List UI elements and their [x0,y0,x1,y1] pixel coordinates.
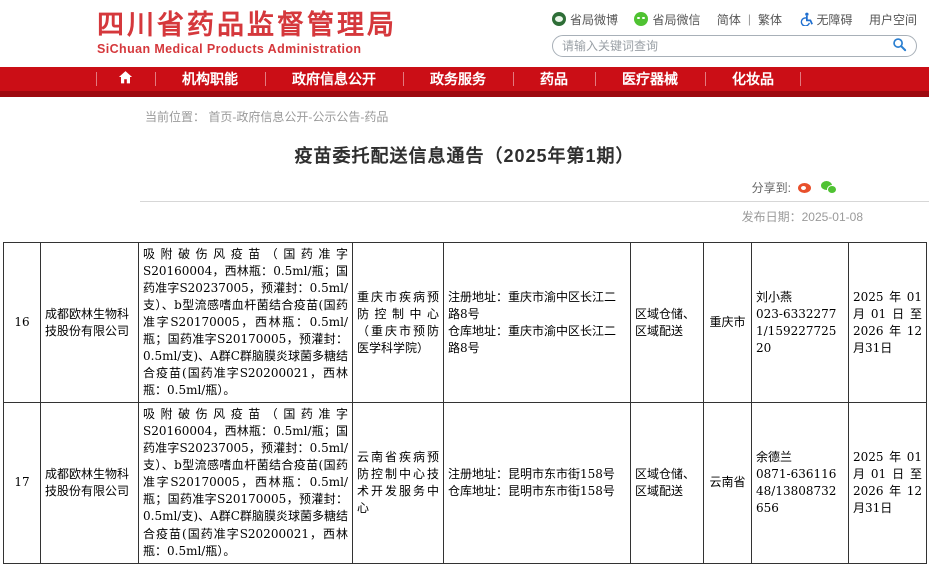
lang-separator: | [745,12,754,26]
vaccine-distribution-table: 16 成都欧林生物科技股份有限公司 吸附破伤风疫苗（国药准字S20160004，… [3,242,927,564]
lang-simplified[interactable]: 简体 [717,11,741,28]
contact-name: 余德兰 [756,449,844,466]
publish-date-value: 2025-01-08 [802,210,863,224]
wechat-icon [634,12,648,26]
nav-item-medical-devices[interactable]: 医疗器械 [595,67,705,91]
row-number-cell: 16 [4,243,41,403]
storage-mode-cell: 区域仓储、区域配送 [631,243,704,403]
vaccine-cell: 吸附破伤风疫苗（国药准字S20160004，西林瓶：0.5ml/瓶；国药准字S2… [139,403,353,563]
search-input[interactable] [562,39,891,53]
language-switch: 简体 | 繁体 [717,11,782,28]
accessibility-label: 无障碍 [817,11,853,28]
wechat-label: 省局微信 [652,11,700,28]
address-cell: 注册地址：重庆市渝中区长江二路8号 仓库地址：重庆市渝中区长江二路8号 [444,243,631,403]
nav-item-gov-info[interactable]: 政府信息公开 [265,67,403,91]
table-row: 17 成都欧林生物科技股份有限公司 吸附破伤风疫苗（国药准字S20160004，… [4,403,927,563]
storage-mode-cell: 区域仓储、区域配送 [631,403,704,563]
share-wechat-icon[interactable] [821,181,837,194]
province-cell: 重庆市 [704,243,752,403]
content-divider [140,201,929,202]
quick-links: 省局微博 省局微信 简体 | 繁体 无障碍 用户空间 [552,10,917,28]
publish-date-label: 发布日期： [742,210,802,224]
breadcrumb-path[interactable]: 首页-政府信息公开-公示公告-药品 [208,110,388,124]
wechat-link[interactable]: 省局微信 [634,11,700,28]
site-logo: 四川省药品监督管理局 SiChuan Medical Products Admi… [97,11,397,56]
share-weibo-icon[interactable] [798,181,814,194]
user-space-label: 用户空间 [869,11,917,28]
period-cell: 2025年01月01日至2026年12月31日 [849,403,927,563]
nav-item-cosmetics[interactable]: 化妆品 [705,67,801,91]
province-cell: 云南省 [704,403,752,563]
breadcrumb: 当前位置： 首页-政府信息公开-公示公告-药品 [145,108,929,125]
contact-cell: 刘小燕 023-63322771/15922772520 [752,243,849,403]
contact-phone: 023-63322771/15922772520 [756,306,844,357]
publish-date: 发布日期：2025-01-08 [0,208,863,225]
distributor-cell: 云南省疾病预防控制中心技术开发服务中心 [353,403,444,563]
company-cell: 成都欧林生物科技股份有限公司 [41,243,139,403]
accessibility-link[interactable]: 无障碍 [799,11,853,28]
distributor-cell: 重庆市疾病预防控制中心（重庆市预防医学科学院） [353,243,444,403]
vaccine-cell: 吸附破伤风疫苗（国药准字S20160004，西林瓶：0.5ml/瓶；国药准字S2… [139,243,353,403]
page-title: 疫苗委托配送信息通告（2025年第1期） [0,142,929,168]
nav-item-gov-services[interactable]: 政务服务 [403,67,513,91]
accessibility-icon [799,12,813,26]
table-row: 16 成都欧林生物科技股份有限公司 吸附破伤风疫苗（国药准字S20160004，… [4,243,927,403]
period-cell: 2025年01月01日至2026年12月31日 [849,243,927,403]
share-label: 分享到: [752,179,791,196]
row-number-cell: 17 [4,403,41,563]
contact-phone: 0871-63611648/13808732656 [756,466,844,517]
weibo-label: 省局微博 [570,11,618,28]
nav-home[interactable] [96,67,155,91]
header-right: 省局微博 省局微信 简体 | 繁体 无障碍 用户空间 [552,10,917,57]
main-nav: 机构职能 政府信息公开 政务服务 药品 医疗器械 化妆品 [0,67,929,97]
address-cell: 注册地址：昆明市东市街158号 仓库地址：昆明市东市街158号 [444,403,631,563]
share-row: 分享到: [0,179,837,195]
warehouse-address: 仓库地址：昆明市东市街158号 [448,483,626,500]
home-icon [118,70,133,88]
nav-item-orgs[interactable]: 机构职能 [155,67,265,91]
search-button[interactable] [891,38,907,54]
warehouse-address: 仓库地址：重庆市渝中区长江二路8号 [448,323,626,357]
site-subtitle: SiChuan Medical Products Administration [97,42,397,56]
registered-address: 注册地址：重庆市渝中区长江二路8号 [448,289,626,323]
breadcrumb-label: 当前位置： [145,110,205,124]
contact-name: 刘小燕 [756,289,844,306]
search-box [552,35,917,57]
weibo-link[interactable]: 省局微博 [552,11,618,28]
registered-address: 注册地址：昆明市东市街158号 [448,466,626,483]
contact-cell: 余德兰 0871-63611648/13808732656 [752,403,849,563]
company-cell: 成都欧林生物科技股份有限公司 [41,403,139,563]
search-icon [892,37,907,55]
site-title: 四川省药品监督管理局 [97,11,397,41]
nav-item-drugs[interactable]: 药品 [513,67,595,91]
site-header: 四川省药品监督管理局 SiChuan Medical Products Admi… [0,0,929,67]
user-space-link[interactable]: 用户空间 [869,11,917,28]
lang-traditional[interactable]: 繁体 [758,11,782,28]
weibo-icon [552,12,566,26]
